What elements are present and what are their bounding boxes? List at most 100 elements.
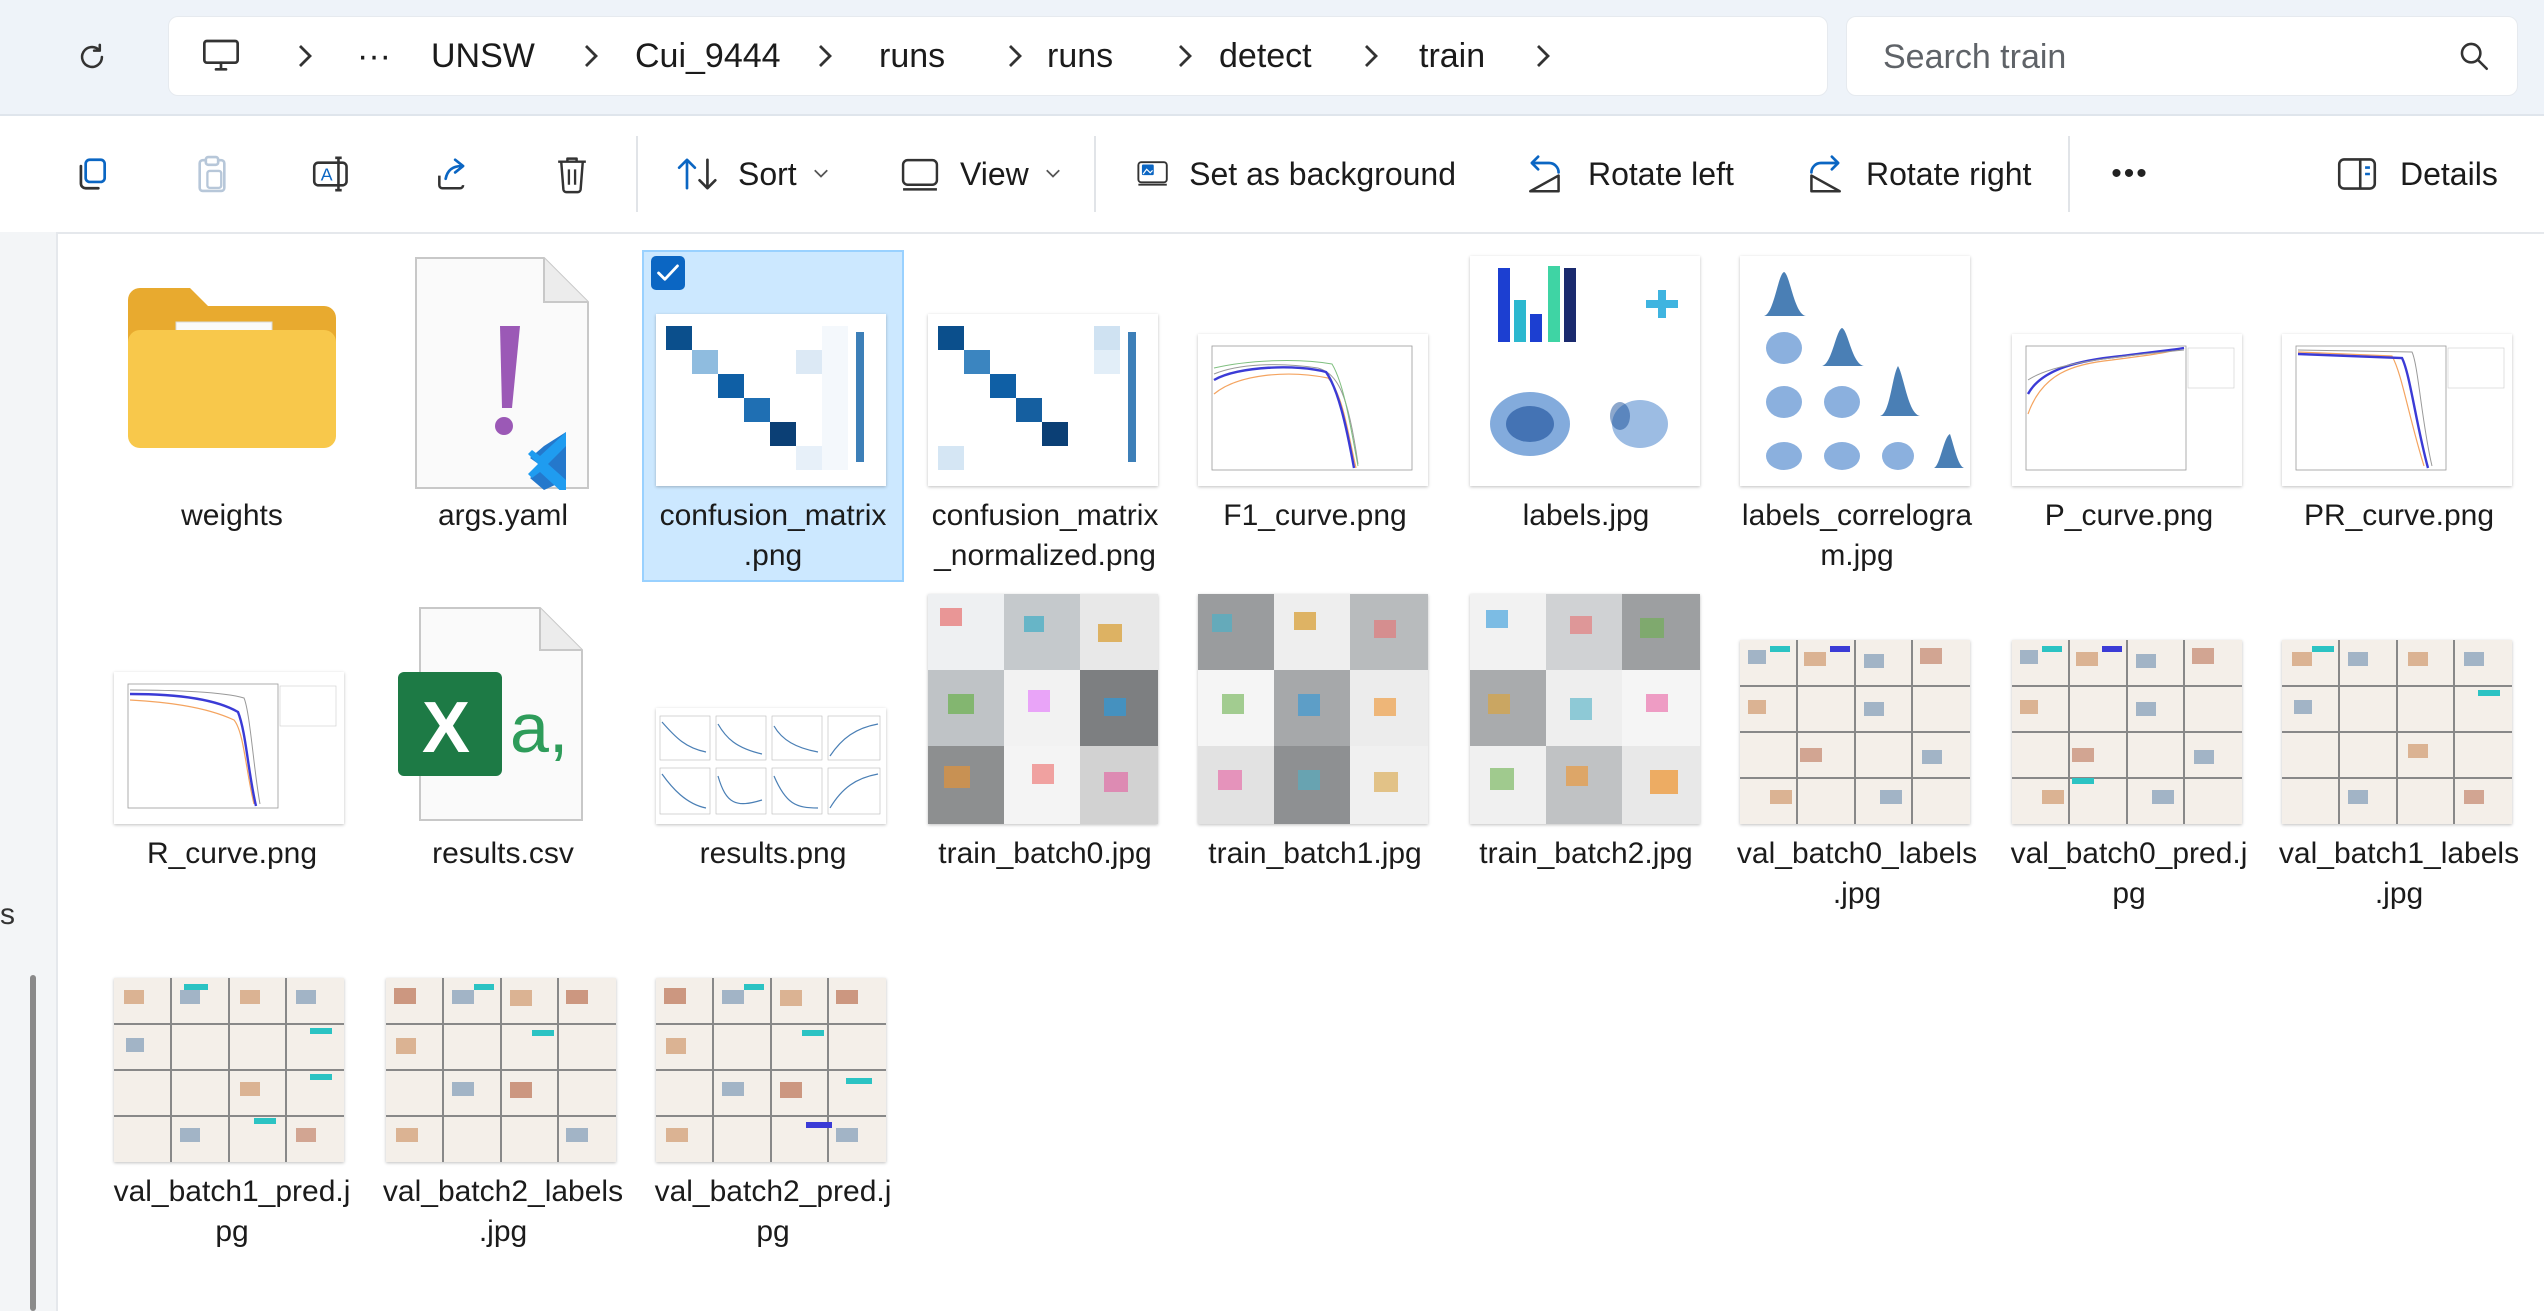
breadcrumb-item-unsw[interactable]: UNSW: [431, 17, 535, 95]
details-label: Details: [2400, 155, 2498, 192]
breadcrumb-item-train[interactable]: train: [1419, 17, 1485, 95]
chevron-down-icon: [1045, 169, 1060, 178]
view-button[interactable]: View: [896, 138, 1070, 210]
chevron-right-icon[interactable]: [289, 17, 319, 95]
rotate-right-label: Rotate right: [1866, 155, 2032, 192]
view-icon: [901, 158, 939, 191]
search-input[interactable]: [1881, 17, 2425, 97]
file-name: confusion_matrix .png: [659, 499, 887, 572]
breadcrumb-item-runs-2[interactable]: runs: [1047, 17, 1113, 95]
file-name: results.csv: [432, 837, 574, 870]
selection-checkbox[interactable]: [651, 256, 685, 290]
svg-text:A: A: [321, 164, 333, 184]
share-button[interactable]: [422, 138, 482, 210]
navigation-scrollbar[interactable]: [30, 975, 36, 1311]
copy-icon: [79, 158, 107, 190]
chevron-right-icon[interactable]: [1527, 17, 1557, 95]
toolbar-divider: [636, 136, 638, 212]
image-thumbnail: [2012, 334, 2242, 486]
view-label: View: [960, 155, 1029, 192]
image-thumbnail: [114, 672, 344, 824]
image-thumbnail: [2282, 334, 2512, 486]
more-options-icon: •••: [2111, 157, 2149, 190]
delete-button[interactable]: [542, 138, 602, 210]
refresh-button[interactable]: [62, 27, 122, 87]
toolbar-divider: [2068, 136, 2070, 212]
file-name: F1_curve.png: [1223, 499, 1407, 532]
chevron-right-icon[interactable]: [1355, 17, 1385, 95]
file-name: args.yaml: [437, 499, 569, 532]
image-thumbnail: [656, 708, 886, 824]
image-thumbnail: [656, 978, 886, 1162]
file-name: val_batch2_labels .jpg: [382, 1175, 624, 1248]
refresh-icon: [80, 43, 104, 69]
image-thumbnail: [1740, 256, 1970, 486]
breadcrumb-item-detect[interactable]: detect: [1219, 17, 1312, 95]
file-name: labels_correlogra m.jpg: [1741, 499, 1973, 572]
paste-button[interactable]: [182, 138, 242, 210]
copy-button[interactable]: [62, 138, 122, 210]
trash-icon: [558, 157, 586, 194]
image-thumbnail: [1198, 334, 1428, 486]
image-thumbnail: [2282, 640, 2512, 824]
search-icon[interactable]: [2457, 39, 2491, 73]
breadcrumb-item-cui-9444[interactable]: Cui_9444: [635, 17, 781, 95]
navigation-pane[interactable]: [0, 232, 58, 1311]
image-thumbnail: [928, 594, 1158, 824]
rotate-left-button[interactable]: Rotate left: [1524, 138, 1744, 210]
file-name: train_batch0.jpg: [938, 837, 1152, 870]
breadcrumb-item-runs[interactable]: runs: [879, 17, 945, 95]
file-name: R_curve.png: [146, 837, 318, 870]
file-name: confusion_matrix _normalized.png: [931, 499, 1159, 572]
rename-icon: A: [312, 156, 348, 192]
search-box[interactable]: [1846, 16, 2518, 97]
image-thumbnail: [1740, 640, 1970, 824]
image-thumbnail: [114, 978, 344, 1162]
sort-button[interactable]: Sort: [670, 138, 846, 210]
folder-icon: [128, 288, 336, 448]
rotate-right-button[interactable]: Rotate right: [1802, 138, 2042, 210]
chevron-right-icon[interactable]: [1169, 17, 1199, 95]
rotate-right-icon: [1810, 155, 1841, 193]
image-thumbnail: [386, 978, 616, 1162]
share-icon: [438, 158, 465, 190]
excel-file-icon: X a,: [398, 607, 583, 821]
file-name: P_curve.png: [2044, 499, 2214, 532]
file-name: train_batch2.jpg: [1479, 837, 1693, 870]
set-background-label: Set as background: [1189, 155, 1456, 192]
file-name: results.png: [699, 837, 847, 870]
rotate-left-icon: [1529, 155, 1560, 193]
file-name: val_batch0_labels .jpg: [1736, 837, 1978, 910]
chevron-down-icon: [813, 169, 828, 178]
rename-button[interactable]: A: [302, 138, 362, 210]
file-name: train_batch1.jpg: [1208, 837, 1422, 870]
file-name: val_batch1_labels .jpg: [2278, 837, 2520, 910]
command-bar: A Sort View Set as background Rotate lef…: [0, 116, 2544, 234]
chevron-right-icon[interactable]: [809, 17, 839, 95]
paste-icon: [198, 155, 226, 193]
checkmark-icon: [657, 264, 679, 281]
chevron-right-icon[interactable]: [575, 17, 605, 95]
sort-label: Sort: [738, 155, 797, 192]
see-more-button[interactable]: •••: [2100, 138, 2160, 210]
details-button[interactable]: Details: [2336, 138, 2506, 210]
image-thumbnail: [928, 314, 1158, 486]
rotate-left-label: Rotate left: [1588, 155, 1734, 192]
file-name: val_batch0_pred.j pg: [2010, 837, 2248, 910]
details-pane-icon: [2337, 158, 2377, 190]
svg-text:a,: a,: [510, 689, 568, 767]
set-background-icon: [1137, 161, 1168, 186]
set-as-background-button[interactable]: Set as background: [1136, 138, 1456, 210]
this-pc-icon[interactable]: [199, 34, 243, 78]
svg-text:X: X: [422, 688, 470, 768]
chevron-right-icon[interactable]: [999, 17, 1029, 95]
toolbar-divider: [1094, 136, 1096, 212]
breadcrumb[interactable]: ··· UNSW Cui_9444 runs runs detect train: [168, 16, 1828, 96]
file-name: val_batch2_pred.j pg: [654, 1175, 892, 1248]
address-bar-row: ··· UNSW Cui_9444 runs runs detect train: [0, 0, 2544, 116]
sort-icon: [677, 158, 717, 190]
file-name: weights: [181, 499, 283, 532]
file-name: labels.jpg: [1522, 499, 1650, 532]
breadcrumb-overflow[interactable]: ···: [357, 17, 391, 95]
image-thumbnail: [1470, 256, 1700, 486]
